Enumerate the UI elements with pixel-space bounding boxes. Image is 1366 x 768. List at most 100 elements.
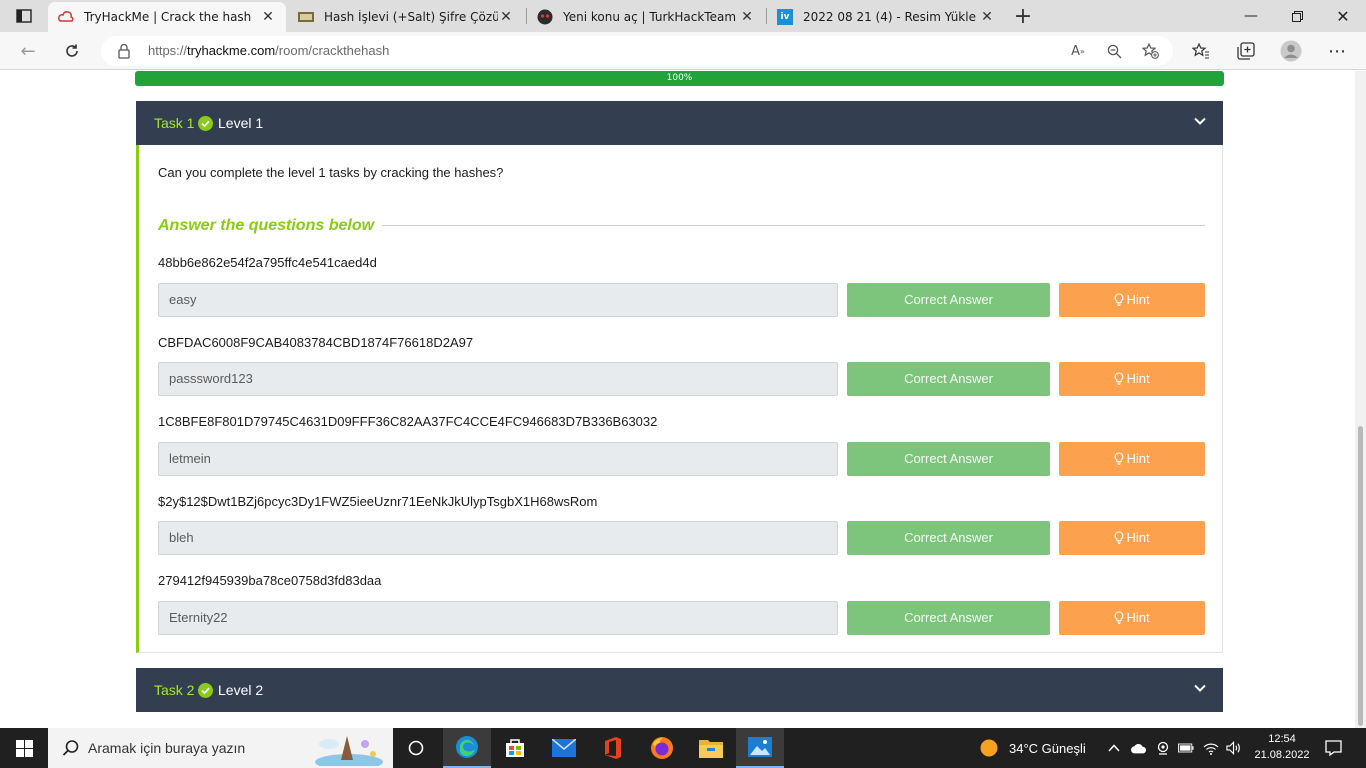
profile-avatar[interactable]	[1280, 40, 1302, 62]
minimize-icon: —	[1244, 8, 1258, 24]
search-highlight-illustration-icon	[315, 736, 383, 766]
correct-answer-button[interactable]: Correct Answer	[847, 601, 1050, 635]
tab-actions-icon	[16, 9, 32, 23]
new-tab-button[interactable]: +	[1010, 2, 1036, 30]
weather-text[interactable]: 34°C Güneşli	[1009, 741, 1086, 756]
edge-taskbar-button[interactable]	[443, 728, 491, 768]
hint-label: Hint	[1126, 371, 1150, 386]
onedrive-cloud-icon[interactable]	[1131, 740, 1147, 756]
start-button[interactable]	[0, 728, 48, 768]
hint-button[interactable]: Hint	[1059, 601, 1205, 635]
tab-close-icon[interactable]: ✕	[739, 9, 755, 25]
address-bar[interactable]: https://tryhackme.com/room/crackthehash …	[101, 36, 1173, 66]
chevron-down-icon[interactable]	[1193, 681, 1207, 695]
photos-taskbar-button[interactable]	[736, 728, 784, 768]
office-taskbar-button[interactable]	[589, 728, 637, 768]
heading-divider	[382, 225, 1205, 226]
back-arrow-icon: ←	[20, 40, 36, 62]
close-window-button[interactable]: ✕	[1320, 0, 1366, 32]
task-title: Level 1	[218, 115, 264, 131]
zoom-out-icon[interactable]	[1105, 43, 1123, 59]
mail-taskbar-button[interactable]	[540, 728, 588, 768]
hint-button[interactable]: Hint	[1059, 521, 1205, 555]
tab-title: Yeni konu aç | TurkHackTeam	[563, 10, 737, 24]
weather-sun-icon	[980, 739, 998, 757]
page-scrollbar[interactable]	[1355, 71, 1366, 728]
task-1-body: Can you complete the level 1 tasks by cr…	[136, 145, 1223, 653]
correct-answer-button[interactable]: Correct Answer	[847, 521, 1050, 555]
taskbar-search[interactable]: Aramak için buraya yazın	[48, 728, 393, 768]
tab-resim-yukle[interactable]: iv 2022 08 21 (4) - Resim Yükle - Hızlı …	[767, 2, 1005, 32]
correct-answer-button[interactable]: Correct Answer	[847, 362, 1050, 396]
correct-answer-button[interactable]: Correct Answer	[847, 283, 1050, 317]
tab-hash-islevi[interactable]: Hash İşlevi (+Salt) Şifre Çözücü - ✕	[288, 2, 524, 32]
lock-icon	[118, 43, 130, 59]
volume-icon[interactable]	[1226, 740, 1242, 756]
browser-tab-strip: TryHackMe | Crack the hash ✕ Hash İşlevi…	[0, 0, 1366, 32]
add-favorite-icon[interactable]	[1141, 43, 1159, 59]
hint-button[interactable]: Hint	[1059, 442, 1205, 476]
task-view-button[interactable]	[392, 728, 440, 768]
tryhackme-favicon-icon	[58, 9, 74, 25]
back-button[interactable]: ←	[14, 38, 42, 64]
read-aloud-icon[interactable]: A»	[1069, 43, 1087, 59]
collections-icon[interactable]	[1235, 41, 1257, 61]
page-content: 100% Task 1 Level 1 Can you complete the…	[0, 71, 1355, 728]
tab-turkhackteam[interactable]: Yeni konu aç | TurkHackTeam ✕	[527, 2, 765, 32]
plus-icon: +	[1013, 3, 1033, 29]
chevron-up-icon[interactable]	[1106, 740, 1122, 756]
hash-label: 279412f945939ba78ce0758d3fd83daa	[158, 573, 382, 588]
answer-input[interactable]: bleh	[158, 521, 838, 555]
hash-label: CBFDAC6008F9CAB4083784CBD1874F76618D2A97	[158, 335, 474, 350]
clock-time: 12:54	[1268, 733, 1296, 745]
store-icon	[506, 739, 524, 757]
tab-title: Hash İşlevi (+Salt) Şifre Çözücü -	[324, 10, 498, 24]
hint-button[interactable]: Hint	[1059, 362, 1205, 396]
edge-icon	[456, 736, 478, 758]
wifi-icon[interactable]	[1203, 740, 1219, 756]
restore-button[interactable]	[1274, 0, 1320, 32]
windows-logo-icon	[15, 739, 33, 757]
hint-button[interactable]: Hint	[1059, 283, 1205, 317]
store-taskbar-button[interactable]	[491, 728, 539, 768]
task-number-label: Task 2	[154, 682, 195, 698]
notifications-icon[interactable]	[1324, 739, 1342, 757]
firefox-taskbar-button[interactable]	[638, 728, 686, 768]
hint-label: Hint	[1126, 610, 1150, 625]
browser-toolbar: ← https://tryhackme.com/room/crackthehas…	[0, 32, 1366, 70]
answer-input[interactable]: letmein	[158, 442, 838, 476]
answer-input[interactable]: passsword123	[158, 362, 838, 396]
scrollbar-thumb[interactable]	[1358, 426, 1363, 726]
system-clock[interactable]: 12:54 21.08.2022	[1248, 731, 1316, 763]
refresh-button[interactable]	[58, 38, 86, 64]
folder-icon	[699, 740, 723, 758]
lightbulb-icon	[1115, 452, 1124, 465]
minimize-button[interactable]: —	[1228, 0, 1274, 32]
task-number-label: Task 1	[154, 115, 195, 131]
url-prefix: https://	[148, 43, 188, 58]
correct-answer-button[interactable]: Correct Answer	[847, 442, 1050, 476]
url-text: https://tryhackme.com/room/crackthehash	[148, 43, 389, 58]
tab-close-icon[interactable]: ✕	[260, 9, 276, 25]
camera-icon[interactable]	[1155, 740, 1171, 756]
battery-icon[interactable]	[1178, 740, 1194, 756]
hint-label: Hint	[1126, 292, 1150, 307]
task-title: Level 2	[218, 682, 264, 698]
tab-close-icon[interactable]: ✕	[498, 9, 514, 25]
file-explorer-taskbar-button[interactable]	[687, 728, 735, 768]
search-icon	[62, 740, 79, 756]
tab-actions-button[interactable]	[0, 0, 48, 32]
answer-input[interactable]: Eternity22	[158, 601, 838, 635]
more-options-icon[interactable]: ⋯	[1326, 41, 1348, 62]
tab-tryhackme[interactable]: TryHackMe | Crack the hash ✕	[48, 2, 286, 32]
favorites-icon[interactable]	[1190, 41, 1212, 61]
answer-input[interactable]: easy	[158, 283, 838, 317]
tab-close-icon[interactable]: ✕	[979, 9, 995, 25]
task-2-header[interactable]: Task 2 Level 2	[136, 668, 1223, 712]
task-1-header[interactable]: Task 1 Level 1	[136, 101, 1223, 145]
chevron-down-icon[interactable]	[1193, 114, 1207, 128]
answer-section-heading: Answer the questions below	[158, 217, 375, 234]
hash-label: 1C8BFE8F801D79745C4631D09FFF36C82AA37FC4…	[158, 414, 658, 429]
lightbulb-icon	[1115, 372, 1124, 385]
url-path: /room/crackthehash	[275, 43, 390, 58]
